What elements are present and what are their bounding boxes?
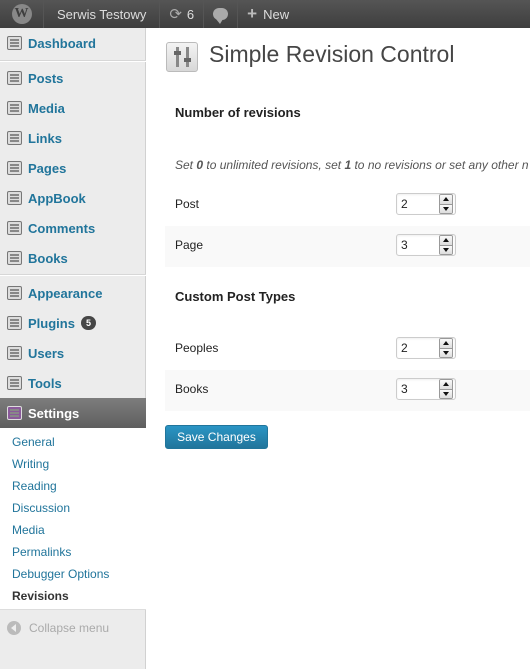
sidebar-item-appearance[interactable]: Appearance [0, 278, 146, 308]
submenu-item-permalinks[interactable]: Permalinks [12, 544, 71, 560]
sidebar-item-label: Links [28, 130, 62, 146]
peoples-revisions-stepper[interactable]: 2 [396, 337, 456, 359]
comment-icon [6, 221, 22, 235]
stepper-value: 3 [401, 238, 408, 252]
table-row: Books 3 [165, 370, 530, 411]
sidebar-item-label: Settings [28, 405, 80, 421]
increment-arrow-icon[interactable] [440, 195, 452, 204]
page-title: Simple Revision Control [209, 41, 455, 67]
menu-separator [0, 60, 146, 62]
settings-icon [6, 406, 22, 420]
sidebar-item-label: Books [28, 250, 68, 266]
submenu-item-media[interactable]: Media [12, 522, 45, 538]
sidebar-item-plugins[interactable]: Plugins 5 [0, 308, 146, 338]
revisions-description: Set 0 to unlimited revisions, set 1 to n… [175, 158, 529, 172]
row-label-page: Page [175, 238, 204, 252]
sidebar-item-label: Appearance [28, 285, 103, 301]
sidebar-item-users[interactable]: Users [0, 338, 146, 368]
comment-bubble-icon [213, 8, 229, 24]
plus-icon: + [247, 4, 258, 23]
page-revisions-stepper[interactable]: 3 [396, 234, 456, 256]
stepper-value: 3 [401, 382, 408, 396]
stepper-value: 2 [401, 341, 408, 355]
submenu-item-general[interactable]: General [12, 434, 55, 450]
sidebar-item-label: Plugins [28, 315, 75, 331]
section-title-custom-post-types: Custom Post Types [175, 289, 296, 304]
sidebar-item-comments[interactable]: Comments [0, 213, 146, 243]
post-revisions-stepper[interactable]: 2 [396, 193, 456, 215]
new-content-button[interactable]: + New [238, 0, 298, 28]
submenu-item-writing[interactable]: Writing [12, 456, 49, 472]
table-row: Page 3 [165, 226, 530, 267]
submenu-item-discussion[interactable]: Discussion [12, 500, 70, 516]
decrement-arrow-icon[interactable] [440, 244, 452, 254]
row-label-peoples: Peoples [175, 341, 219, 355]
settings-sliders-icon [166, 42, 198, 72]
sidebar-item-label: Posts [28, 70, 64, 86]
sidebar-item-label: Pages [28, 160, 67, 176]
submenu-item-reading[interactable]: Reading [12, 478, 57, 494]
admin-bar: W Serwis Testowy ⟳ 6 + New [0, 0, 530, 28]
updates-count: 6 [186, 6, 195, 22]
updates-button[interactable]: ⟳ 6 [160, 0, 205, 28]
comments-button[interactable] [204, 0, 239, 28]
wordpress-logo-button[interactable]: W [0, 0, 44, 28]
table-row: Post 2 [165, 185, 530, 226]
sidebar-item-appbook[interactable]: AppBook [0, 183, 146, 213]
menu-separator [0, 274, 146, 276]
sidebar-item-tools[interactable]: Tools [0, 368, 146, 398]
collapse-menu-label: Collapse menu [29, 621, 110, 635]
appearance-icon [6, 286, 22, 300]
sidebar-item-label: Comments [28, 220, 96, 236]
save-changes-button[interactable]: Save Changes [165, 425, 268, 449]
table-row: Peoples 2 [165, 329, 530, 370]
decrement-arrow-icon[interactable] [440, 203, 452, 213]
sidebar-item-label: Media [28, 100, 65, 116]
books-revisions-stepper[interactable]: 3 [396, 378, 456, 400]
submenu-item-debugger-options[interactable]: Debugger Options [12, 566, 109, 582]
collapse-menu-button[interactable]: Collapse menu [0, 621, 146, 635]
increment-arrow-icon[interactable] [440, 339, 452, 348]
section-title-number-of-revisions: Number of revisions [175, 105, 301, 120]
sidebar-item-links[interactable]: Links [0, 123, 146, 153]
sidebar-item-label: AppBook [28, 190, 86, 206]
sidebar-item-books[interactable]: Books [0, 243, 146, 273]
main-content: Simple Revision Control Number of revisi… [146, 28, 530, 669]
plugins-update-badge: 5 [80, 316, 96, 330]
sidebar-item-posts[interactable]: Posts [0, 63, 146, 93]
stepper-value: 2 [401, 197, 408, 211]
pages-icon [6, 161, 22, 175]
sidebar-item-pages[interactable]: Pages [0, 153, 146, 183]
sidebar-item-media[interactable]: Media [0, 93, 146, 123]
link-icon [6, 131, 22, 145]
wordpress-icon: W [11, 4, 32, 24]
decrement-arrow-icon[interactable] [440, 388, 452, 398]
users-icon [6, 346, 22, 360]
pin-icon [6, 251, 22, 265]
sidebar-item-settings[interactable]: Settings [0, 398, 154, 428]
sidebar-item-label: Tools [28, 375, 62, 391]
appbook-icon [6, 191, 22, 205]
increment-arrow-icon[interactable] [440, 380, 452, 389]
media-icon [6, 101, 22, 115]
new-label: New [263, 6, 290, 22]
refresh-icon: ⟳ [169, 6, 182, 23]
collapse-arrow-icon [7, 621, 21, 635]
row-label-post: Post [175, 197, 200, 211]
tools-icon [6, 376, 22, 390]
site-name-link[interactable]: Serwis Testowy [44, 0, 161, 28]
dashboard-icon [6, 36, 22, 50]
plugin-icon [6, 316, 22, 330]
pin-icon [6, 71, 22, 85]
settings-submenu: General Writing Reading Discussion Media… [0, 428, 146, 610]
sidebar-item-dashboard[interactable]: Dashboard [0, 28, 146, 58]
decrement-arrow-icon[interactable] [440, 347, 452, 357]
sidebar-item-label: Dashboard [28, 35, 96, 51]
row-label-books: Books [175, 382, 209, 396]
submenu-item-revisions[interactable]: Revisions [12, 588, 69, 604]
admin-sidebar: Dashboard Posts Media Links Pages AppBoo… [0, 28, 154, 669]
sidebar-item-label: Users [28, 345, 65, 361]
increment-arrow-icon[interactable] [440, 236, 452, 245]
